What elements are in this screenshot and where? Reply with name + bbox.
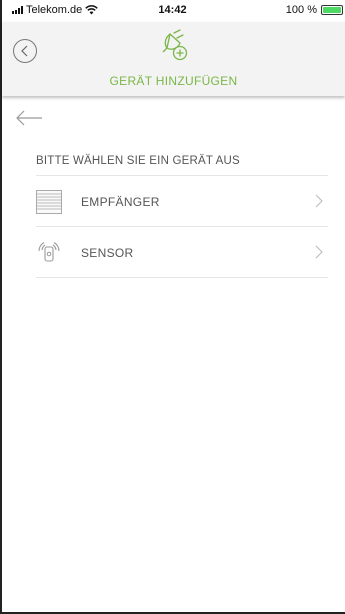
blinds-icon — [36, 190, 62, 214]
status-right: 100 % — [286, 4, 343, 16]
device-label: SENSOR — [81, 246, 134, 260]
battery-percent: 100 % — [285, 4, 317, 16]
page-title: GERÄT HINZUFÜGEN — [109, 74, 238, 88]
section-title: BITTE WÄHLEN SIE EIN GERÄT AUS — [36, 155, 240, 167]
device-row-sensor[interactable]: SENSOR — [36, 227, 328, 277]
device-row-empfaenger[interactable]: EMPFÄNGER — [36, 176, 328, 226]
chevron-right-icon — [315, 194, 323, 208]
back-circle-button[interactable] — [13, 39, 37, 63]
chevron-left-icon — [21, 45, 28, 57]
battery-icon — [321, 5, 343, 15]
chevron-right-icon — [315, 245, 323, 259]
device-label: EMPFÄNGER — [81, 195, 160, 209]
app-header: GERÄT HINZUFÜGEN — [2, 22, 345, 96]
status-bar: Telekom.de 14:42 100 % — [0, 0, 345, 22]
divider — [36, 277, 328, 278]
plug-add-icon — [162, 29, 188, 61]
back-arrow-icon[interactable] — [14, 108, 44, 128]
sensor-icon — [38, 242, 60, 262]
